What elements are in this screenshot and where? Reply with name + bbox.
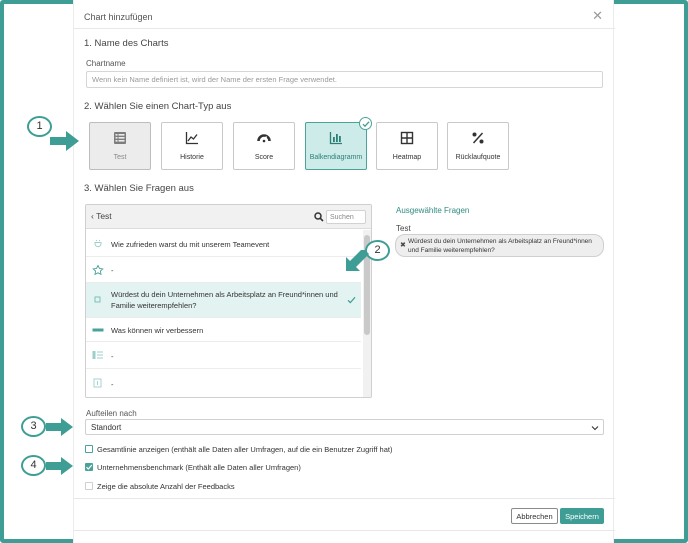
grid-icon: [400, 131, 414, 145]
total-line-checkbox[interactable]: [85, 445, 93, 453]
chart-type-label: Heatmap: [392, 154, 422, 161]
back-button[interactable]: ‹ Test: [91, 211, 112, 221]
section-chart-name-title: 1. Name des Charts: [84, 38, 169, 49]
split-by-select[interactable]: Standort: [85, 419, 604, 435]
chart-type-ruecklaufquote[interactable]: Rücklaufquote: [447, 122, 509, 170]
question-item[interactable]: Was können wir verbessern: [86, 318, 361, 342]
bar-chart-icon: [329, 132, 342, 145]
absolute-count-checkbox[interactable]: [85, 482, 93, 490]
section-chart-type-title: 2. Wählen Sie einen Chart-Typ aus: [84, 101, 232, 112]
step-marker-1: 1: [27, 116, 52, 137]
question-text: Würdest du dein Unternehmen als Arbeitsp…: [111, 290, 338, 310]
total-line-label: Gesamtlinie anzeigen (enthält alle Daten…: [97, 445, 393, 454]
dialog-title: Chart hinzufügen: [84, 12, 153, 22]
chevron-left-icon: ‹: [91, 211, 94, 221]
add-chart-dialog: Chart hinzufügen ✕ 1. Name des Charts Ch…: [73, 0, 615, 543]
question-text: -: [111, 266, 114, 275]
question-text: -: [111, 380, 114, 389]
list-icon: [92, 351, 103, 359]
bottom-divider: [74, 530, 615, 531]
selected-questions-heading[interactable]: Ausgewählte Fragen: [396, 206, 469, 215]
question-browser-header: ‹ Test: [86, 205, 371, 229]
text-field-icon: [92, 328, 104, 332]
question-item[interactable]: -: [86, 369, 361, 397]
chart-type-label: Rücklaufquote: [455, 154, 501, 161]
chart-type-label: Test: [113, 154, 127, 161]
selected-question-chip: ✖ Würdest du dein Unternehmen als Arbeit…: [395, 234, 604, 257]
star-icon: [92, 265, 104, 275]
question-browser: ‹ Test Wie zufrieden warst du mit unsere…: [85, 204, 372, 398]
question-text: -: [111, 352, 114, 361]
question-text: Wie zufrieden warst du mit unserem Teame…: [111, 240, 270, 249]
benchmark-label: Unternehmensbenchmark (Enthält alle Date…: [97, 463, 301, 472]
chart-type-label: Balkendiagramm: [309, 154, 363, 161]
arrow-right-icon: [46, 457, 73, 475]
save-button[interactable]: Speichern: [560, 508, 604, 524]
question-item-selected[interactable]: Würdest du dein Unternehmen als Arbeitsp…: [86, 283, 361, 318]
question-item[interactable]: -: [86, 342, 361, 369]
gauge-icon: [257, 134, 271, 143]
absolute-count-label: Zeige die absolute Anzahl der Feedbacks: [97, 482, 235, 491]
check-icon: [347, 296, 356, 304]
split-by-label: Aufteilen nach: [86, 409, 137, 418]
chip-text: Würdest du dein Unternehmen als Arbeitsp…: [408, 238, 592, 254]
chart-type-test[interactable]: Test: [89, 122, 151, 170]
chartname-label: Chartname: [86, 59, 126, 68]
text-cursor-icon: [93, 378, 102, 388]
smiley-icon: [94, 239, 102, 248]
table-icon: [114, 132, 126, 144]
chart-type-label: Historie: [180, 154, 204, 161]
arrow-down-left-icon: [346, 250, 369, 271]
chart-type-score[interactable]: Score: [233, 122, 295, 170]
chevron-down-icon: [591, 426, 599, 431]
cancel-button[interactable]: Abbrechen: [511, 508, 558, 524]
footer-divider: [74, 498, 615, 499]
chartname-input[interactable]: [86, 71, 603, 88]
question-text: Was können wir verbessern: [111, 326, 204, 335]
selected-check-icon: [359, 117, 372, 130]
remove-chip-icon[interactable]: ✖: [400, 241, 406, 249]
chart-type-balkendiagramm[interactable]: Balkendiagramm: [305, 117, 372, 170]
question-item[interactable]: Wie zufrieden warst du mit unserem Teame…: [86, 230, 361, 257]
check-icon: [86, 464, 93, 470]
chart-type-label: Score: [254, 154, 274, 161]
back-label: Test: [96, 211, 112, 221]
benchmark-checkbox[interactable]: [85, 463, 93, 471]
arrow-right-icon: [46, 418, 73, 436]
split-by-value: Standort: [91, 423, 122, 432]
search-icon: [314, 212, 324, 222]
close-icon[interactable]: ✕: [592, 8, 603, 24]
question-search-input[interactable]: [326, 210, 366, 224]
step-marker-4: 4: [21, 455, 46, 476]
chart-type-heatmap[interactable]: Heatmap: [376, 122, 438, 170]
section-questions-title: 3. Wählen Sie Fragen aus: [84, 183, 194, 194]
chart-type-historie[interactable]: Historie: [161, 122, 223, 170]
percent-icon: [472, 132, 484, 144]
arrow-right-icon: [50, 131, 79, 151]
divider: [74, 28, 615, 29]
trend-chart-icon: [185, 132, 198, 145]
question-item[interactable]: -: [86, 257, 361, 283]
selected-questions-group: Test: [396, 224, 411, 233]
nps-icon: [94, 296, 101, 303]
step-marker-3: 3: [21, 416, 46, 437]
